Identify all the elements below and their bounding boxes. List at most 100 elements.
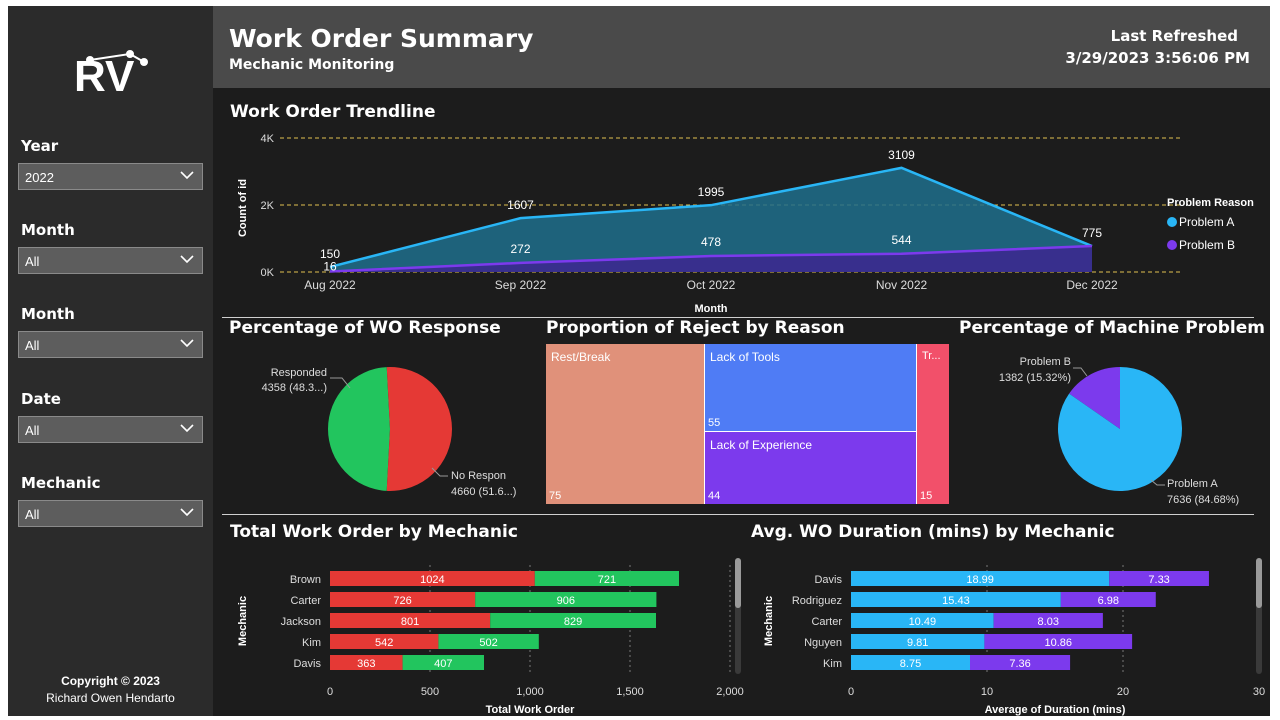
page-title: Work Order Summary — [229, 24, 534, 53]
data-label-a: 1995 — [698, 185, 725, 199]
pie-label: Problem A — [1167, 478, 1218, 490]
treemap-cell-lack-of-tools[interactable]: Lack of Tools 55 — [705, 344, 917, 432]
refresh-value: 3/29/2023 3:56:06 PM — [1065, 49, 1250, 67]
month2-dropdown[interactable]: All — [18, 331, 203, 358]
wo-response-title: Percentage of WO Response — [229, 318, 501, 338]
y-tick-label: 4K — [261, 133, 275, 145]
pie-value-label: 1382 (15.32%) — [999, 372, 1071, 384]
month-dropdown-value: All — [25, 254, 40, 269]
treemap-label: Tr... — [922, 350, 941, 362]
x-axis-label: Average of Duration (mins) — [985, 704, 1126, 716]
y-axis-label: Mechanic — [237, 596, 249, 646]
pie-value-label: 4358 (48.3...) — [262, 382, 327, 394]
x-tick-label: Aug 2022 — [304, 278, 356, 292]
x-axis-label: Month — [695, 303, 728, 314]
bar-value-label: 10.86 — [1044, 637, 1072, 649]
y-tick-label: 2K — [261, 200, 275, 212]
y-tick-label: Davis — [814, 574, 842, 586]
x-tick-label: 10 — [981, 686, 993, 698]
y-axis-label: Mechanic — [763, 596, 775, 646]
y-tick-label: 0K — [261, 267, 275, 279]
refresh-label: Last Refreshed — [1110, 27, 1238, 45]
filter-year-label: Year — [21, 137, 59, 155]
pie-value-label: 7636 (84.68%) — [1167, 494, 1239, 506]
x-tick-label: 0 — [327, 686, 333, 698]
avg-duration-bar-chart: 0 10 20 30 Average of Duration (mins) Mechani… — [763, 565, 1265, 716]
legend-dot-b — [1167, 240, 1177, 250]
bar-value-label: 10.49 — [909, 616, 937, 628]
y-tick-label: Davis — [293, 658, 321, 670]
bar-value-label: 906 — [557, 595, 575, 607]
leader-line — [1073, 367, 1088, 377]
data-label-a: 1607 — [507, 198, 534, 212]
bar-value-label: 9.81 — [907, 637, 928, 649]
mechanic-dropdown[interactable]: All — [18, 500, 203, 527]
y-tick-label: Brown — [290, 574, 321, 586]
x-tick-label: Nov 2022 — [876, 278, 928, 292]
data-label-b: 16 — [323, 259, 337, 273]
bar-value-label: 801 — [401, 616, 419, 628]
data-label-a: 3109 — [888, 148, 915, 162]
pie-slice — [386, 367, 453, 491]
legend-label-a: Problem A — [1179, 215, 1234, 229]
total-wo-scroll-thumb[interactable] — [735, 558, 741, 608]
y-axis-label: Count of id — [237, 179, 249, 237]
treemap-cell-lack-of-experience[interactable]: Lack of Experience 44 — [705, 432, 917, 504]
treemap-label: Lack of Tools — [710, 350, 780, 364]
bar-value-label: 18.99 — [966, 574, 994, 586]
machine-problem-pie: Problem B 1382 (15.32%) Problem A 7636 (84.… — [999, 356, 1239, 506]
pie-label: Problem B — [1020, 356, 1071, 368]
treemap-label: Lack of Experience — [710, 438, 813, 452]
trend-chart: 0K 2K 4K Count of id Aug 2022 Sep 2022 Oct 202… — [237, 133, 1254, 314]
legend-title: Problem Reason — [1167, 197, 1254, 209]
filter-mechanic-label: Mechanic — [21, 474, 101, 492]
treemap-cell-rest-break[interactable]: Rest/Break 75 — [546, 344, 705, 504]
bar-value-label: 6.98 — [1098, 595, 1119, 607]
bar-value-label: 721 — [598, 574, 616, 586]
chevron-down-icon — [180, 255, 194, 264]
x-tick-label: 20 — [1117, 686, 1129, 698]
month2-dropdown-value: All — [25, 338, 40, 353]
month-dropdown[interactable]: All — [18, 247, 203, 274]
bar-value-label: 726 — [393, 595, 411, 607]
data-label-b: 544 — [891, 233, 911, 247]
reject-title: Proportion of Reject by Reason — [546, 318, 845, 338]
dashboard: RV Year 2022 Month All Month All Date Al… — [8, 6, 1270, 716]
treemap-cell-tr[interactable]: Tr... 15 — [917, 344, 949, 504]
pie-label: No Respon — [451, 470, 506, 482]
date-dropdown-value: All — [25, 423, 40, 438]
treemap-value: 15 — [920, 490, 933, 502]
bar-value-label: 829 — [564, 616, 582, 628]
trend-title: Work Order Trendline — [230, 102, 436, 122]
x-tick-label: Dec 2022 — [1066, 278, 1118, 292]
total-wo-scrollbar[interactable] — [735, 558, 741, 674]
y-tick-label: Jackson — [281, 616, 321, 628]
y-tick-label: Rodriguez — [792, 595, 842, 607]
copyright-line1: Copyright © 2023 — [61, 674, 160, 688]
total-wo-title: Total Work Order by Mechanic — [230, 522, 518, 542]
x-tick-label: 500 — [421, 686, 439, 698]
total-wo-bar-chart: 0 500 1,000 1,500 2,000 Total Work Order Mecha… — [237, 565, 744, 716]
x-tick-label: 2,000 — [716, 686, 744, 698]
avg-dur-scrollbar[interactable] — [1256, 558, 1262, 674]
treemap-value: 44 — [708, 490, 721, 502]
avg-dur-scroll-thumb[interactable] — [1256, 558, 1262, 608]
bar-value-label: 7.36 — [1009, 658, 1030, 670]
data-label-a: 775 — [1082, 226, 1102, 240]
x-tick-label: 30 — [1253, 686, 1265, 698]
chevron-down-icon — [180, 424, 194, 433]
chevron-down-icon — [180, 171, 194, 180]
x-tick-label: Sep 2022 — [495, 278, 547, 292]
bar-value-label: 7.33 — [1148, 574, 1169, 586]
treemap-value: 55 — [708, 417, 721, 429]
bar-value-label: 15.43 — [942, 595, 970, 607]
bar-value-label: 363 — [357, 658, 375, 670]
x-tick-label: 1,500 — [616, 686, 644, 698]
y-tick-label: Carter — [290, 595, 321, 607]
year-dropdown-value: 2022 — [25, 170, 54, 185]
bar-value-label: 8.75 — [900, 658, 921, 670]
y-tick-label: Carter — [811, 616, 842, 628]
date-dropdown[interactable]: All — [18, 416, 203, 443]
filter-month2-label: Month — [21, 305, 75, 323]
year-dropdown[interactable]: 2022 — [18, 163, 203, 190]
